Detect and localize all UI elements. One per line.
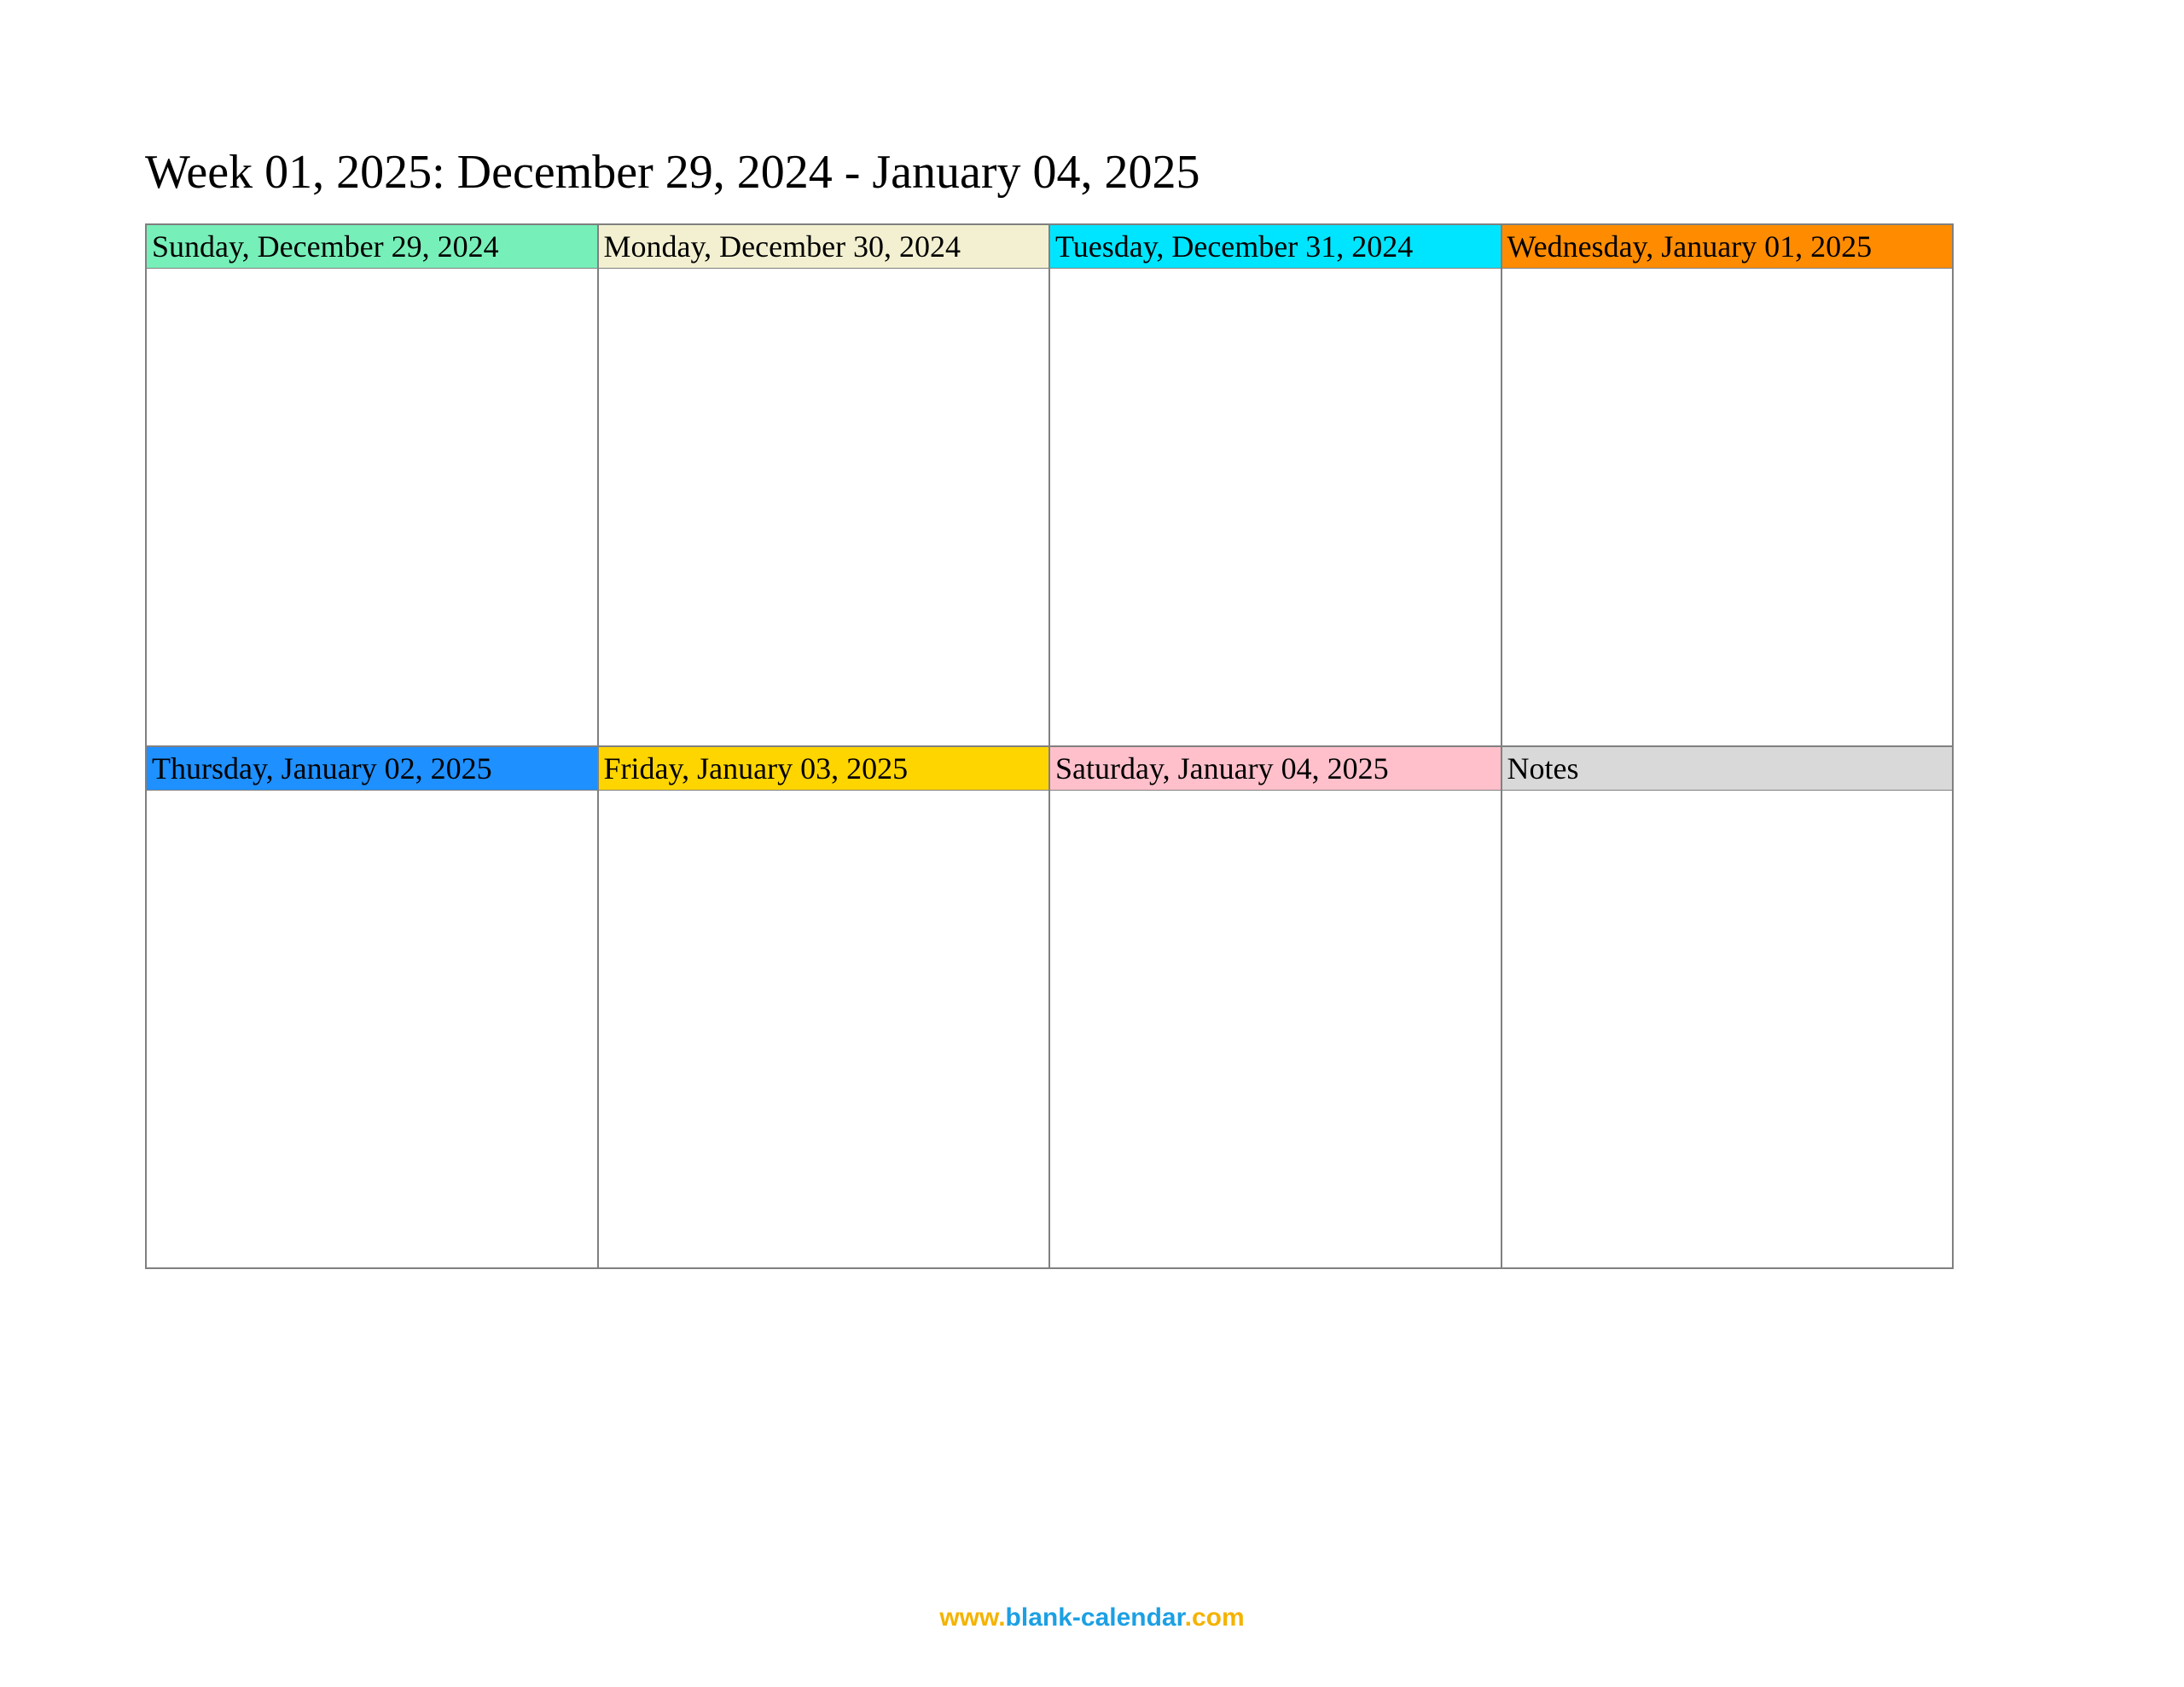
day-header-tuesday: Tuesday, December 31, 2024 [1050,225,1501,268]
day-body-tuesday[interactable] [1050,268,1501,745]
footer-link[interactable]: www.blank-calendar.com [0,1603,2184,1632]
day-cell-friday: Friday, January 03, 2025 [598,746,1050,1268]
footer-domain: blank-calendar [1006,1603,1185,1632]
footer-com: .com [1185,1603,1245,1632]
day-body-friday[interactable] [599,790,1049,1267]
day-header-monday: Monday, December 30, 2024 [599,225,1049,268]
day-body-monday[interactable] [599,268,1049,745]
day-body-notes[interactable] [1502,790,1953,1267]
day-header-notes: Notes [1502,747,1953,790]
day-cell-monday: Monday, December 30, 2024 [598,224,1050,746]
day-cell-saturday: Saturday, January 04, 2025 [1049,746,1502,1268]
day-cell-tuesday: Tuesday, December 31, 2024 [1049,224,1502,746]
day-cell-notes: Notes [1502,746,1954,1268]
weekly-calendar-grid: Sunday, December 29, 2024 Monday, Decemb… [145,223,1954,1269]
day-header-friday: Friday, January 03, 2025 [599,747,1049,790]
day-header-wednesday: Wednesday, January 01, 2025 [1502,225,1953,268]
day-cell-thursday: Thursday, January 02, 2025 [146,746,598,1268]
day-cell-wednesday: Wednesday, January 01, 2025 [1502,224,1954,746]
page-title: Week 01, 2025: December 29, 2024 - Janua… [145,145,1954,200]
day-body-thursday[interactable] [147,790,597,1267]
day-body-saturday[interactable] [1050,790,1501,1267]
day-body-sunday[interactable] [147,268,597,745]
day-body-wednesday[interactable] [1502,268,1953,745]
day-header-thursday: Thursday, January 02, 2025 [147,747,597,790]
day-header-saturday: Saturday, January 04, 2025 [1050,747,1501,790]
day-header-sunday: Sunday, December 29, 2024 [147,225,597,268]
footer-www: www. [939,1603,1005,1632]
day-cell-sunday: Sunday, December 29, 2024 [146,224,598,746]
